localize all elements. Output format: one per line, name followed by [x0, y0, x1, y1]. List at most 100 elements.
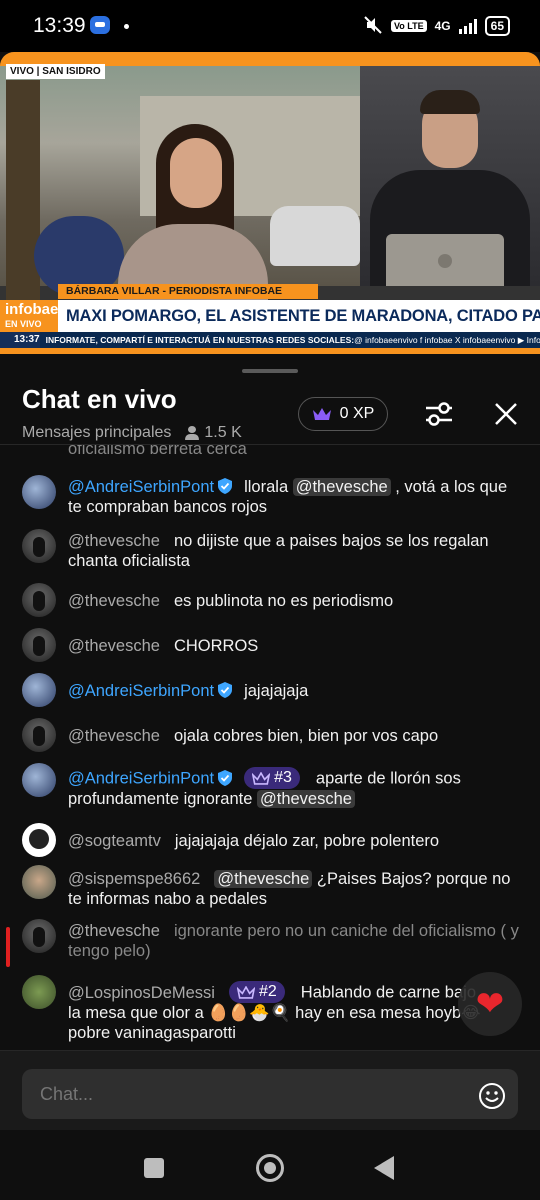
status-icons: Vo LTE 4G 65	[363, 14, 510, 38]
laptop	[386, 234, 504, 286]
back-icon[interactable]	[374, 1156, 394, 1180]
chat-input[interactable]	[22, 1069, 518, 1119]
notification-dot-icon	[124, 24, 129, 29]
studio-feed	[360, 66, 540, 286]
channel-logo: infobae EN VIVO	[0, 300, 58, 332]
message-body: @thevesche es publinota no es periodismo	[68, 591, 520, 611]
crown-icon	[252, 771, 271, 785]
network-type: 4G	[434, 19, 451, 33]
author-name[interactable]: @sispemspe8662	[68, 870, 200, 888]
live-location-tag: VIVO | SAN ISIDRO	[6, 64, 105, 79]
video-player[interactable]: VIVO | SAN ISIDRO BÁRBARA VILLAR - PERIO…	[0, 52, 540, 354]
rank-badge: #2	[228, 981, 285, 1003]
reporter-feed	[0, 66, 360, 314]
status-bar: 13:39 Vo LTE 4G 65	[0, 0, 540, 52]
avatar[interactable]	[22, 583, 56, 617]
author-name[interactable]: @AndreiSerbinPont	[68, 770, 214, 788]
avatar[interactable]	[22, 673, 56, 707]
ticker-social: @ infobaeenvivo f infobae X infobaeenviv…	[354, 335, 540, 345]
drag-handle[interactable]	[242, 369, 298, 373]
message-text: jajajajaja déjalo zar, pobre polentero	[174, 832, 440, 850]
author-name[interactable]: @thevesche	[68, 532, 160, 550]
author-name[interactable]: @AndreiSerbinPont	[68, 682, 214, 700]
mention[interactable]: @thevesche	[214, 870, 313, 888]
message-body: @sispemspe8662 @thevesche ¿Paises Bajos? …	[68, 869, 520, 909]
home-icon[interactable]	[256, 1154, 284, 1182]
mention[interactable]: @thevesche	[292, 478, 391, 496]
ticker-text: INFORMATE, COMPARTÍ E INTERACTUÁ EN NUES…	[45, 335, 355, 345]
author-name[interactable]: @AndreiSerbinPont	[68, 478, 214, 496]
message-body: @thevesche ojala cobres bien, bien por vo…	[68, 726, 520, 746]
author-name[interactable]: @thevesche	[68, 637, 160, 655]
message-body: @thevesche CHORROS	[68, 636, 520, 656]
person-icon	[185, 426, 200, 440]
avatar[interactable]	[22, 823, 56, 857]
mute-icon	[363, 15, 383, 37]
author-name[interactable]: @thevesche	[68, 727, 160, 745]
chat-mode-selector[interactable]: Mensajes principales 1.5 K	[22, 424, 242, 442]
verified-icon	[218, 769, 233, 786]
viewer-count: 1.5 K	[185, 424, 242, 442]
rank-badge: #3	[244, 767, 300, 789]
avatar[interactable]	[22, 718, 56, 752]
message-text: ojala cobres bien, bien por vos capo	[173, 727, 439, 745]
crown-icon	[236, 985, 255, 999]
volte-icon: Vo LTE	[390, 20, 427, 32]
author-name[interactable]: @sogteamtv	[68, 832, 161, 850]
avatar[interactable]	[22, 763, 56, 797]
reporter	[118, 124, 268, 314]
message-body: @AndreiSerbinPont jajajajaja	[68, 681, 520, 701]
recent-apps-icon[interactable]	[144, 1158, 164, 1178]
battery-icon: 65	[484, 16, 510, 36]
author-name[interactable]: @LospinosDeMessi	[68, 984, 215, 1002]
close-icon[interactable]	[492, 400, 520, 428]
reporter-face	[170, 138, 222, 208]
ticker-time: 13:37	[0, 332, 40, 348]
reporter-name-bar: BÁRBARA VILLAR - PERIODISTA INFOBAE	[58, 284, 318, 299]
verified-icon	[218, 478, 233, 494]
logo-text: infobae	[5, 301, 59, 318]
mention[interactable]: @thevesche	[256, 790, 355, 808]
system-nav-bar	[0, 1130, 540, 1200]
avatar[interactable]	[22, 865, 56, 899]
news-ticker: 13:37 INFORMATE, COMPARTÍ E INTERACTUÁ E…	[0, 332, 540, 348]
status-time: 13:39	[33, 14, 86, 37]
xp-value: 0 XP	[339, 405, 375, 422]
heart-icon[interactable]: ❤	[458, 972, 522, 1036]
message-body: @sogteamtv jajajajaja déjalo zar, pobre p…	[68, 831, 520, 851]
avatar[interactable]	[22, 475, 56, 509]
signal-icon	[458, 18, 477, 34]
chat-title: Chat en vivo	[22, 384, 177, 414]
logo-subtext: EN VIVO	[5, 319, 42, 329]
xp-button[interactable]: 0 XP	[298, 397, 388, 431]
car	[270, 206, 360, 266]
message-body: @AndreiSerbinPont llorala @thevesche , vo…	[68, 477, 520, 517]
avatar[interactable]	[22, 628, 56, 662]
viewer-count-value: 1.5 K	[204, 424, 242, 441]
message-text: jajajajaja	[244, 682, 309, 700]
video-progress-fill	[0, 348, 540, 354]
message-body: @LospinosDeMessi #2 Hablando de carne bajo…	[68, 981, 484, 1043]
emoji-icon[interactable]	[478, 1082, 506, 1110]
truncated-text: oficialismo berreta cerca	[68, 444, 247, 458]
news-headline: MAXI POMARGO, EL ASISTENTE DE MARADONA, …	[58, 300, 540, 332]
chat-mode-label: Mensajes principales	[22, 424, 172, 441]
rank-value: #3	[274, 769, 292, 786]
avatar[interactable]	[22, 919, 56, 953]
message-body: @AndreiSerbinPont #3 aparte de llorón sos …	[68, 767, 520, 809]
author-name[interactable]: @thevesche	[68, 922, 160, 940]
verified-icon	[218, 682, 233, 698]
rank-value: #2	[258, 983, 277, 1000]
messages-app-icon	[90, 16, 110, 34]
message-body: @thevesche no dijiste que a paises bajos …	[68, 531, 520, 571]
crown-icon	[312, 407, 332, 421]
avatar[interactable]	[22, 975, 56, 1009]
avatar[interactable]	[22, 529, 56, 563]
anchor-hair	[420, 90, 480, 114]
filter-sliders-icon[interactable]	[422, 398, 456, 430]
author-name[interactable]: @thevesche	[68, 592, 160, 610]
message-text: es publinota no es periodismo	[173, 592, 394, 610]
chat-messages-list[interactable]: oficialismo berreta cerca @AndreiSerbinP…	[0, 444, 540, 1050]
video-progress-bar[interactable]	[0, 348, 540, 354]
message-text: CHORROS	[173, 637, 259, 655]
